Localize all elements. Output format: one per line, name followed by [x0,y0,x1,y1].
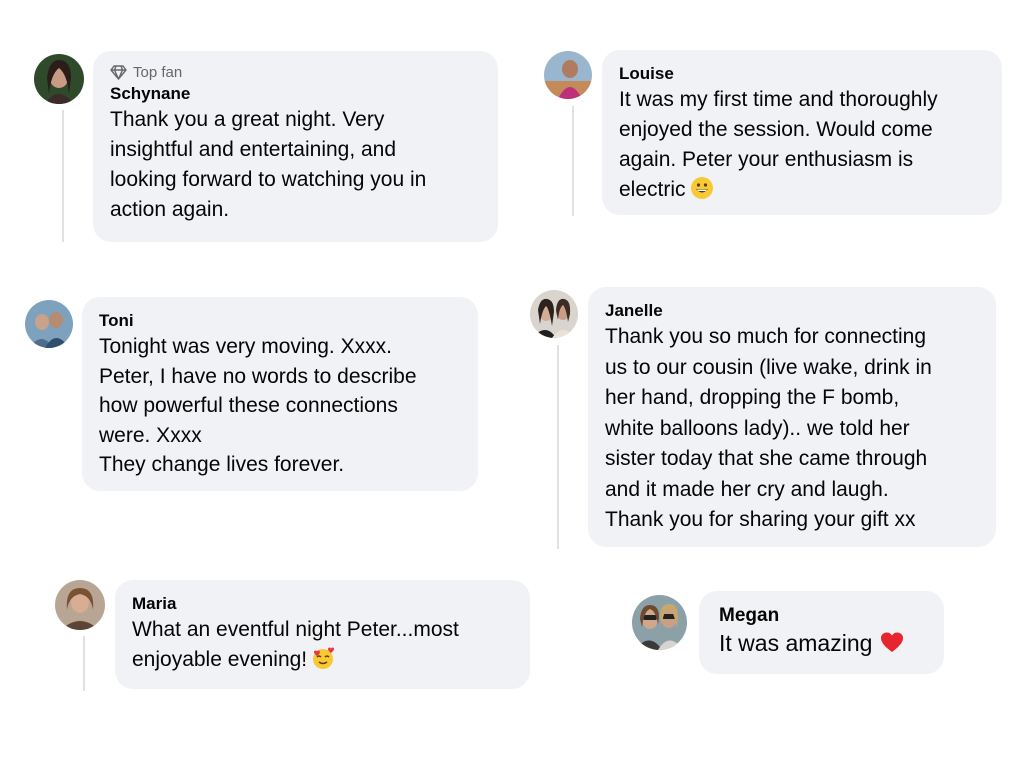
thread-line [557,345,559,549]
author-name[interactable]: Maria [132,593,513,615]
avatar[interactable] [25,300,73,348]
comment-bubble[interactable]: Louise It was my first time and thorough… [602,50,1002,215]
author-name[interactable]: Toni [99,310,461,332]
avatar[interactable] [55,580,105,630]
thread-line [62,110,64,242]
comment-bubble[interactable]: Toni Tonight was very moving. Xxxx. Pete… [82,297,478,491]
author-name[interactable]: Schynane [110,83,481,105]
comment-bubble[interactable]: Top fan Schynane Thank you a great night… [93,51,498,242]
comment-bubble[interactable]: Maria What an eventful night Peter...mos… [115,580,530,689]
badge-label: Top fan [133,63,183,81]
thread-line [572,106,574,216]
avatar[interactable] [544,51,592,99]
comment-bubble[interactable]: Janelle Thank you so much for connecting… [588,287,996,547]
avatar[interactable] [632,595,687,650]
grinning-face-emoji [690,176,714,200]
comment-text: What an eventful night Peter...most enjo… [132,618,459,671]
avatar[interactable] [34,54,84,104]
red-heart-emoji [880,631,904,655]
comment-text: It was amazing [719,630,873,656]
comment-text: Thank you so much for connecting us to o… [605,325,932,531]
author-name[interactable]: Megan [719,605,924,627]
thread-line [83,636,85,691]
top-fan-badge: Top fan [110,63,481,81]
diamond-icon [110,64,127,80]
comment-bubble[interactable]: Megan It was amazing [699,591,944,674]
smiling-face-with-hearts-emoji [311,646,335,670]
author-name[interactable]: Janelle [605,300,979,322]
avatar[interactable] [530,290,578,338]
author-name[interactable]: Louise [619,63,985,85]
comment-text: Thank you a great night. Very insightful… [110,108,427,221]
comment-text: Tonight was very moving. Xxxx. Peter, I … [99,335,417,476]
comment-text: It was my first time and thoroughly enjo… [619,88,938,201]
